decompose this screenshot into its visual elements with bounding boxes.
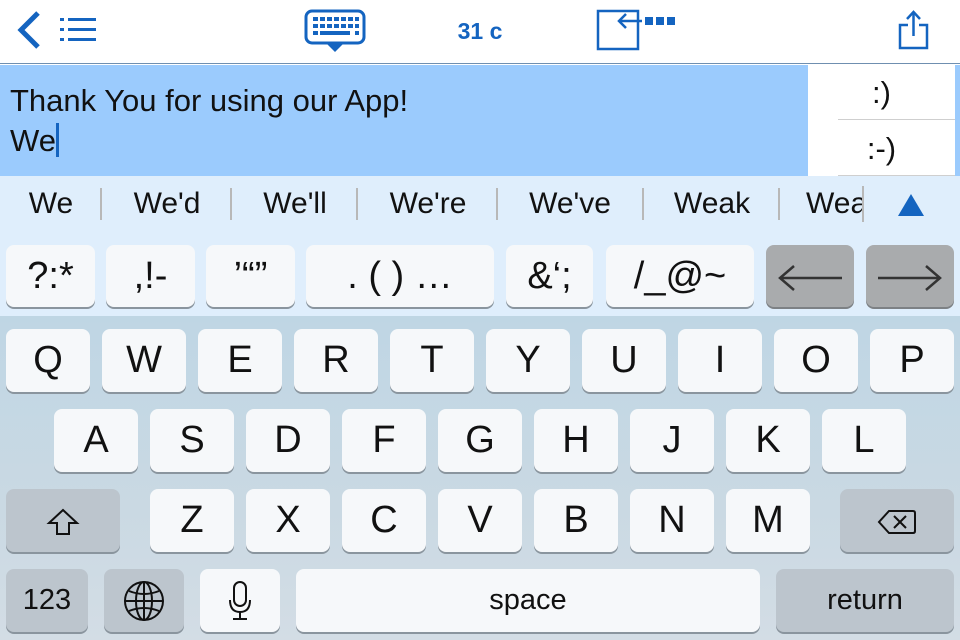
keyboard: Q W E R T Y U I O P A S D F G H J K L Z … xyxy=(0,316,960,640)
scroll-strip xyxy=(955,65,960,176)
return-key[interactable]: return xyxy=(776,569,954,632)
divider xyxy=(642,188,644,220)
toolbar: 31 c xyxy=(0,0,960,64)
shift-icon xyxy=(46,508,80,535)
keyboard-hide-icon[interactable] xyxy=(304,9,366,53)
delete-key[interactable] xyxy=(840,489,954,552)
arrow-left-icon xyxy=(778,265,842,291)
symbol-key[interactable]: ?:* xyxy=(6,245,95,307)
space-key[interactable]: space xyxy=(296,569,760,632)
text-editor[interactable]: Thank You for using our App! We xyxy=(0,65,808,176)
suggestion-bar: We We'd We'll We're We've Weak Wea xyxy=(0,176,960,236)
text-line-2-content: We xyxy=(10,123,56,158)
key-j[interactable]: J xyxy=(630,409,714,472)
suggestion-item[interactable]: Weak xyxy=(664,186,760,222)
key-p[interactable]: P xyxy=(870,329,954,392)
emoticon-panel: :) :-) xyxy=(808,65,955,176)
key-o[interactable]: O xyxy=(774,329,858,392)
key-x[interactable]: X xyxy=(246,489,330,552)
triangle-up-icon[interactable] xyxy=(898,194,924,216)
key-z[interactable]: Z xyxy=(150,489,234,552)
emoticon-item[interactable]: :) xyxy=(838,65,955,120)
key-k[interactable]: K xyxy=(726,409,810,472)
key-q[interactable]: Q xyxy=(6,329,90,392)
key-s[interactable]: S xyxy=(150,409,234,472)
backspace-icon xyxy=(877,509,916,534)
cursor-right-key[interactable] xyxy=(866,245,954,307)
divider xyxy=(356,188,358,220)
globe-key[interactable] xyxy=(104,569,184,632)
character-count: 31 c xyxy=(457,18,503,44)
key-h[interactable]: H xyxy=(534,409,618,472)
key-i[interactable]: I xyxy=(678,329,762,392)
emoticon-item[interactable]: :-) xyxy=(838,121,955,176)
symbol-key[interactable]: &‘; xyxy=(506,245,593,307)
cursor-left-key[interactable] xyxy=(766,245,854,307)
symbol-key[interactable]: ’“” xyxy=(206,245,295,307)
text-line-2: We xyxy=(10,121,798,161)
key-g[interactable]: G xyxy=(438,409,522,472)
key-c[interactable]: C xyxy=(342,489,426,552)
list-icon[interactable] xyxy=(58,15,98,45)
symbol-key[interactable]: ,!- xyxy=(106,245,195,307)
dictation-key[interactable] xyxy=(200,569,280,632)
suggestion-item[interactable]: We're xyxy=(380,186,476,222)
symbol-row: ?:* ,!- ’“” . ( ) … &‘; /_@~ xyxy=(0,236,960,316)
globe-icon xyxy=(124,581,164,622)
share-icon[interactable] xyxy=(896,8,932,52)
key-t[interactable]: T xyxy=(390,329,474,392)
microphone-icon xyxy=(229,581,251,621)
text-cursor xyxy=(55,123,59,157)
suggestion-item[interactable]: We'd xyxy=(122,186,212,222)
key-l[interactable]: L xyxy=(822,409,906,472)
key-d[interactable]: D xyxy=(246,409,330,472)
key-r[interactable]: R xyxy=(294,329,378,392)
suggestion-item[interactable]: Wea xyxy=(806,186,864,222)
key-a[interactable]: A xyxy=(54,409,138,472)
suggestion-item[interactable]: We'll xyxy=(250,186,340,222)
numbers-key[interactable]: 123 xyxy=(6,569,88,632)
text-line-1: Thank You for using our App! xyxy=(10,83,409,118)
key-b[interactable]: B xyxy=(534,489,618,552)
key-f[interactable]: F xyxy=(342,409,426,472)
key-m[interactable]: M xyxy=(726,489,810,552)
chevron-left-icon[interactable] xyxy=(14,10,44,50)
shift-key[interactable] xyxy=(6,489,120,552)
key-v[interactable]: V xyxy=(438,489,522,552)
symbol-key[interactable]: . ( ) … xyxy=(306,245,494,307)
divider xyxy=(778,188,780,220)
divider xyxy=(100,188,102,220)
suggestion-item[interactable]: We xyxy=(18,186,84,222)
divider xyxy=(230,188,232,220)
key-w[interactable]: W xyxy=(102,329,186,392)
exit-arrow-icon[interactable] xyxy=(596,8,682,52)
key-e[interactable]: E xyxy=(198,329,282,392)
divider xyxy=(496,188,498,220)
symbol-key[interactable]: /_@~ xyxy=(606,245,754,307)
arrow-right-icon xyxy=(878,265,942,291)
key-y[interactable]: Y xyxy=(486,329,570,392)
key-n[interactable]: N xyxy=(630,489,714,552)
key-u[interactable]: U xyxy=(582,329,666,392)
suggestion-item[interactable]: We've xyxy=(518,186,622,222)
